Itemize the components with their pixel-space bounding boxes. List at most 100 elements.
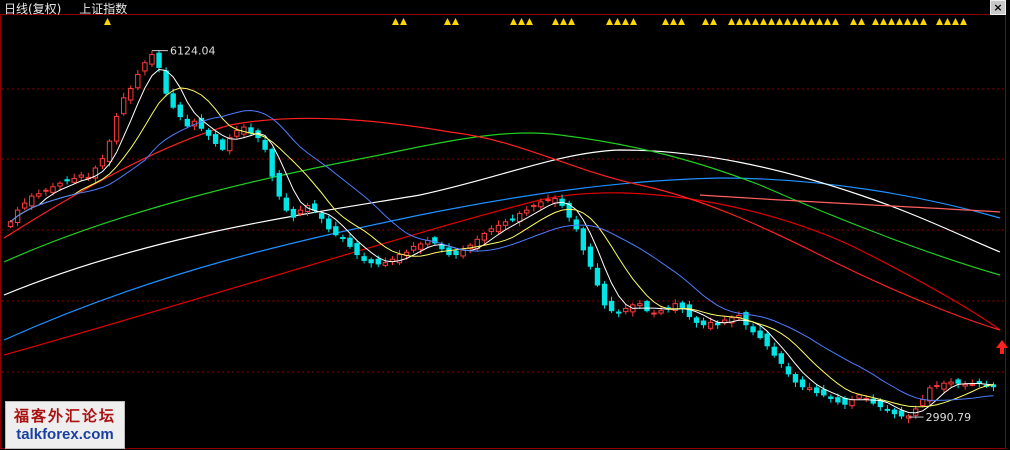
candle-body bbox=[36, 193, 42, 197]
candle-body bbox=[615, 311, 622, 314]
signal-triangle bbox=[912, 18, 919, 25]
candle-body bbox=[417, 243, 424, 250]
signal-triangle bbox=[710, 18, 717, 25]
candle-body bbox=[757, 330, 763, 339]
candle-body bbox=[849, 399, 855, 407]
up-arrow-icon bbox=[996, 340, 1008, 354]
candle-body bbox=[587, 246, 594, 267]
candle-body bbox=[184, 118, 191, 127]
index-name: 上证指数 bbox=[79, 2, 128, 16]
candle-body bbox=[64, 179, 70, 182]
candle-body bbox=[601, 283, 608, 306]
candle-body bbox=[106, 140, 113, 162]
signal-triangle bbox=[526, 18, 533, 25]
candle-body bbox=[488, 228, 495, 232]
candle-body bbox=[707, 321, 714, 329]
signal-triangle bbox=[622, 18, 629, 25]
signal-triangle bbox=[776, 18, 783, 25]
signal-triangle bbox=[920, 18, 927, 25]
candle-body bbox=[976, 381, 983, 384]
candle-body bbox=[99, 158, 106, 167]
candle-body bbox=[884, 408, 891, 411]
signal-triangle bbox=[800, 18, 807, 25]
candle-body bbox=[764, 333, 770, 347]
signal-triangle bbox=[888, 18, 895, 25]
candle-body bbox=[828, 396, 834, 399]
candle-body bbox=[941, 382, 947, 390]
candle-body bbox=[375, 258, 381, 265]
candle-body bbox=[898, 410, 905, 417]
candle-body bbox=[714, 322, 721, 326]
signal-triangle bbox=[896, 18, 903, 25]
candle-body bbox=[219, 139, 226, 150]
candle-body bbox=[212, 134, 219, 144]
signal-triangle bbox=[880, 18, 887, 25]
signal-triangle bbox=[568, 18, 575, 25]
candle-body bbox=[128, 87, 134, 101]
signal-triangle bbox=[872, 18, 879, 25]
signal-triangle bbox=[784, 18, 791, 25]
signal-triangle bbox=[858, 18, 865, 25]
candle-body bbox=[276, 172, 282, 197]
signal-triangle bbox=[702, 18, 709, 25]
candle-body bbox=[750, 326, 756, 333]
candle-body bbox=[538, 201, 544, 208]
candle-body bbox=[120, 97, 127, 115]
candle-body bbox=[531, 204, 537, 208]
candle-body bbox=[290, 208, 297, 218]
candle-body bbox=[50, 186, 56, 193]
signal-triangle bbox=[808, 18, 815, 25]
candle-body bbox=[227, 137, 233, 152]
candle-body bbox=[340, 236, 346, 239]
candle-body bbox=[318, 213, 325, 219]
candle-body bbox=[368, 259, 374, 264]
candle-body bbox=[623, 307, 629, 313]
candle-body bbox=[311, 203, 318, 211]
close-button[interactable]: × bbox=[990, 0, 1006, 15]
candle-body bbox=[21, 202, 28, 209]
signal-triangle bbox=[904, 18, 911, 25]
candle-body bbox=[806, 387, 813, 391]
signal-triangle bbox=[678, 18, 685, 25]
signal-triangle bbox=[444, 18, 451, 25]
candle-body bbox=[863, 397, 869, 400]
signal-triangle bbox=[952, 18, 959, 25]
candle-body bbox=[785, 366, 792, 375]
signal-triangle bbox=[816, 18, 823, 25]
candle-body bbox=[389, 258, 396, 262]
candle-body bbox=[679, 302, 686, 309]
signal-triangle bbox=[760, 18, 767, 25]
chart-header: 日线(复权) 上证指数 bbox=[4, 0, 141, 17]
candle-body bbox=[594, 267, 601, 286]
candle-body bbox=[891, 409, 898, 415]
candle-body bbox=[835, 397, 841, 403]
candle-body bbox=[269, 148, 275, 177]
candle-body bbox=[637, 303, 643, 307]
candle-body bbox=[842, 397, 848, 405]
candle-body bbox=[962, 383, 968, 387]
signal-triangle bbox=[510, 18, 517, 25]
ma-long-line bbox=[3, 192, 1001, 356]
signal-triangle bbox=[552, 18, 559, 25]
signal-triangle bbox=[606, 18, 613, 25]
candle-body bbox=[658, 310, 664, 314]
candle-body bbox=[969, 383, 975, 386]
candle-body bbox=[460, 249, 466, 257]
ma500-line bbox=[3, 177, 1001, 341]
candle-body bbox=[693, 317, 700, 323]
watermark-line2: talkforex.com bbox=[16, 426, 114, 443]
signal-triangle bbox=[936, 18, 943, 25]
candle-body bbox=[545, 199, 551, 202]
candle-body bbox=[934, 385, 940, 388]
candle-body bbox=[135, 73, 141, 89]
candle-body bbox=[856, 394, 862, 399]
candle-body bbox=[205, 129, 212, 136]
candle-body bbox=[149, 54, 155, 65]
candle-body bbox=[396, 254, 403, 264]
candle-body bbox=[495, 224, 502, 233]
candle-body bbox=[71, 178, 77, 183]
signal-triangle bbox=[400, 18, 407, 25]
candle-body bbox=[57, 182, 63, 187]
signal-triangle bbox=[614, 18, 621, 25]
candle-body bbox=[297, 209, 304, 215]
